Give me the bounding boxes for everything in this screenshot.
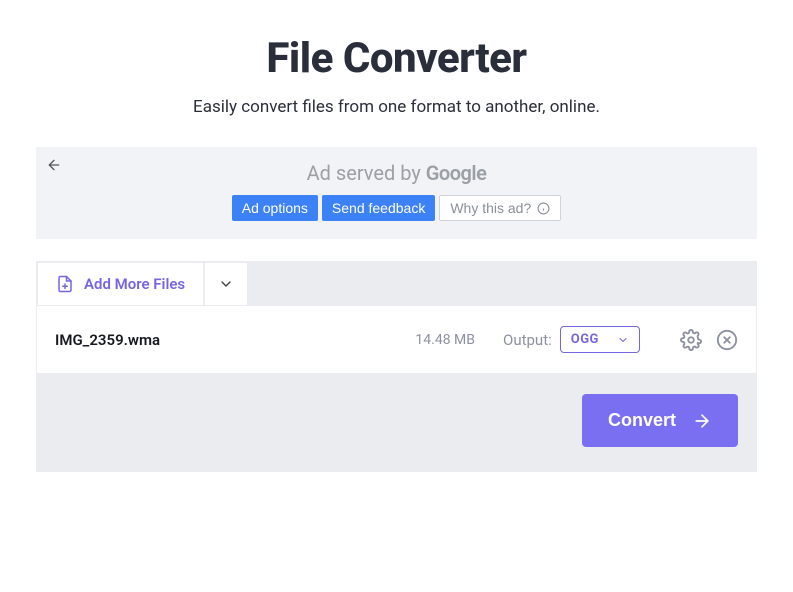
gear-icon bbox=[680, 329, 702, 351]
converter-panel: Add More Files IMG_2359.wma 14.48 MB Out… bbox=[36, 261, 757, 472]
add-row: Add More Files bbox=[37, 262, 756, 305]
add-more-files-dropdown[interactable] bbox=[204, 262, 248, 305]
ad-options-button[interactable]: Ad options bbox=[232, 195, 318, 221]
output-label: Output: bbox=[503, 331, 552, 349]
file-size: 14.48 MB bbox=[385, 332, 475, 348]
ad-served-by: Ad served by Google bbox=[36, 161, 757, 185]
why-this-ad-button[interactable]: Why this ad? bbox=[439, 195, 561, 221]
why-this-ad-label: Why this ad? bbox=[450, 200, 531, 216]
page-subtitle: Easily convert files from one format to … bbox=[0, 97, 793, 117]
file-name: IMG_2359.wma bbox=[55, 331, 385, 349]
ad-brand: Google bbox=[426, 161, 487, 185]
close-circle-icon bbox=[716, 329, 738, 351]
send-feedback-button[interactable]: Send feedback bbox=[322, 195, 435, 221]
chevron-down-icon bbox=[617, 334, 629, 346]
file-row: IMG_2359.wma 14.48 MB Output: OGG bbox=[37, 305, 756, 374]
remove-file-button[interactable] bbox=[716, 329, 738, 351]
info-icon bbox=[537, 202, 550, 215]
file-plus-icon bbox=[56, 275, 74, 293]
settings-button[interactable] bbox=[680, 329, 702, 351]
arrow-left-icon[interactable] bbox=[46, 157, 64, 175]
ad-buttons: Ad options Send feedback Why this ad? bbox=[36, 195, 757, 221]
add-more-files-label: Add More Files bbox=[84, 275, 185, 293]
ad-banner: Ad served by Google Ad options Send feed… bbox=[36, 147, 757, 239]
file-row-actions bbox=[680, 329, 738, 351]
output-format-select[interactable]: OGG bbox=[560, 326, 640, 353]
chevron-down-icon bbox=[218, 276, 234, 292]
convert-label: Convert bbox=[608, 410, 676, 431]
add-more-files-button[interactable]: Add More Files bbox=[37, 262, 204, 305]
arrow-right-icon bbox=[692, 411, 712, 431]
output-format-value: OGG bbox=[571, 332, 599, 347]
convert-button[interactable]: Convert bbox=[582, 394, 738, 447]
page-title: File Converter bbox=[0, 34, 793, 83]
convert-row: Convert bbox=[37, 374, 756, 471]
ad-served-prefix: Ad served by bbox=[307, 161, 426, 185]
